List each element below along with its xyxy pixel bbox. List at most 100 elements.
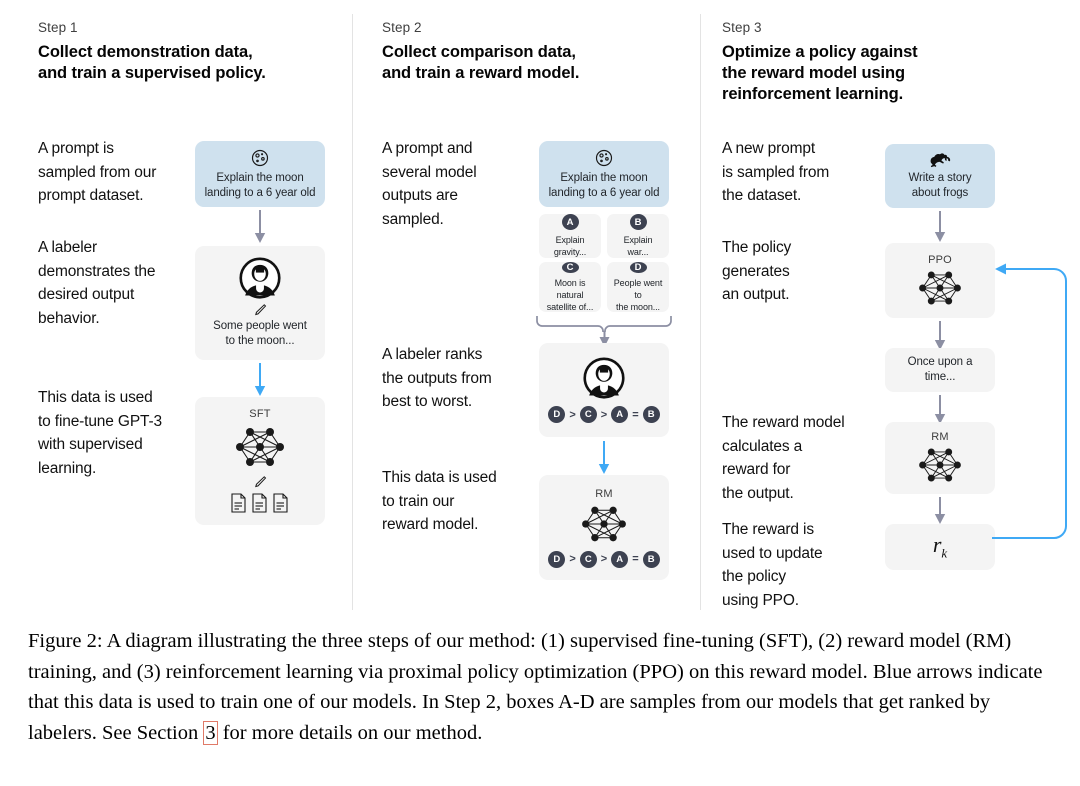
- neural-net-icon: [915, 445, 965, 485]
- step-3-title-line-1: Optimize a policy against: [722, 43, 918, 61]
- step-1-title-line-1: Collect demonstration data,: [38, 43, 253, 61]
- arrow-grey-down-2: [932, 211, 948, 243]
- reward-formula-sub: k: [941, 545, 948, 561]
- step-3-ppo-title: PPO: [928, 253, 952, 266]
- neural-net-icon: [232, 424, 288, 470]
- step-2-rm-title: RM: [595, 487, 613, 500]
- step-2-prompt-text: Explain the moon landing to a 6 year old: [548, 171, 660, 199]
- arrow-grey-down-4: [932, 395, 948, 425]
- figure-caption: Figure 2: A diagram illustrating the thr…: [28, 626, 1058, 748]
- rank-badge-c: C: [579, 406, 597, 423]
- step-3-output-text-card[interactable]: Once upon a time...: [885, 348, 995, 392]
- sample-text-c: Moon is natural satellite of...: [546, 277, 594, 312]
- rank-op-3: =: [632, 408, 639, 421]
- moon-icon: [594, 148, 614, 168]
- step-3-reward-model-card[interactable]: RM: [885, 422, 995, 494]
- step-3-title-line-3: reinforcement learning.: [722, 85, 904, 103]
- step-2-column: Step 2 Collect comparison data, and trai…: [352, 0, 700, 618]
- step-1-sft-model-card[interactable]: SFT: [195, 397, 325, 525]
- step-2-reward-model-card[interactable]: RM D > C > A = B: [539, 475, 669, 580]
- pencil-icon: [253, 474, 268, 489]
- labeler-person-icon: [583, 357, 625, 399]
- step-1-description-3: This data is used to fine-tune GPT-3 wit…: [38, 389, 162, 477]
- step-3-rm-title: RM: [931, 431, 949, 443]
- step-2-title: Collect comparison data, and train a rew…: [382, 42, 682, 84]
- step-3-title: Optimize a policy against the reward mod…: [722, 42, 1022, 105]
- sample-text-a: Explain gravity...: [553, 235, 587, 257]
- pencil-icon: [253, 302, 268, 317]
- sample-badge-a: A: [561, 214, 579, 230]
- frog-icon: [927, 151, 953, 168]
- step-2-title-line-1: Collect comparison data,: [382, 43, 576, 61]
- step-2-description-3: This data is used to train our reward mo…: [382, 469, 497, 533]
- step-1-label: Step 1: [38, 20, 78, 35]
- step-2-label: Step 2: [382, 20, 422, 35]
- ranking-row-labeler: D > C > A = B: [548, 406, 660, 423]
- rank-badge-c: C: [579, 550, 597, 568]
- caption-part-1: Figure 2: A diagram illustrating the thr…: [28, 630, 1043, 744]
- step-1-column: Step 1 Collect demonstration data, and t…: [0, 0, 352, 618]
- arrow-blue-down-1: [252, 363, 268, 397]
- step-3-label: Step 3: [722, 20, 762, 35]
- arrow-blue-down-2: [596, 441, 612, 475]
- step-3-description-3: The reward model calculates a reward for…: [722, 414, 845, 502]
- step-3-output-text: Once upon a time...: [907, 356, 973, 383]
- sample-badge-b: B: [629, 214, 647, 230]
- rank-op-1: >: [569, 408, 576, 421]
- step-3-new-prompt-card[interactable]: Write a story about frogs: [885, 144, 995, 208]
- documents-icon: [230, 492, 290, 514]
- step-3-column: Step 3 Optimize a policy against the rew…: [700, 0, 1080, 618]
- rank-badge-a: A: [611, 406, 629, 423]
- section-reference-link[interactable]: 3: [203, 720, 218, 745]
- step-2-description-2: A labeler ranks the outputs from best to…: [382, 346, 492, 410]
- step-1-prompt-card[interactable]: Explain the moon landing to a 6 year old: [195, 141, 325, 207]
- rank-badge-d: D: [548, 550, 566, 568]
- step-3-new-prompt-text: Write a story about frogs: [908, 172, 972, 199]
- sample-badge-d: D: [629, 261, 647, 273]
- arrow-grey-down-3: [932, 321, 948, 351]
- step-1-labeler-demo-text: Some people went to the moon...: [213, 320, 307, 347]
- figure-diagram: Step 1 Collect demonstration data, and t…: [0, 0, 1080, 618]
- arrow-grey-down-1: [252, 210, 268, 244]
- rank-op-2: >: [600, 408, 608, 421]
- rank-badge-a: A: [611, 550, 629, 568]
- sample-badge-c: C: [561, 261, 579, 273]
- step-1-title-line-2: and train a supervised policy.: [38, 64, 266, 82]
- step-2-labeler-rank-card[interactable]: D > C > A = B: [539, 343, 669, 437]
- arrow-grey-down-5: [932, 497, 948, 525]
- step-2-sample-card-d[interactable]: D People went to the moon...: [607, 261, 669, 312]
- step-3-description-2: The policy generates an output.: [722, 239, 792, 303]
- step-3-reward-value-card[interactable]: rk: [885, 524, 995, 570]
- step-1-prompt-text: Explain the moon landing to a 6 year old: [204, 171, 316, 199]
- neural-net-icon: [915, 268, 965, 308]
- step-2-description-1: A prompt and several model outputs are s…: [382, 140, 477, 228]
- step-2-sample-card-b[interactable]: B Explain war...: [607, 214, 669, 258]
- step-1-description-2: A labeler demonstrates the desired outpu…: [38, 239, 156, 327]
- ppo-feedback-loop-arrow: [992, 258, 1078, 550]
- rank-badge-b: B: [642, 406, 660, 423]
- step-1-description-1: A prompt is sampled from our prompt data…: [38, 140, 157, 204]
- step-2-sample-card-c[interactable]: C Moon is natural satellite of...: [539, 261, 601, 312]
- reward-formula: rk: [933, 532, 947, 561]
- moon-icon: [250, 148, 270, 168]
- neural-net-icon: [578, 503, 630, 545]
- caption-part-2: for more details on our method.: [217, 721, 483, 744]
- step-3-description-1: A new prompt is sampled from the dataset…: [722, 140, 830, 204]
- ranking-row-rm: D > C > A = B: [548, 550, 660, 568]
- step-1-title: Collect demonstration data, and train a …: [38, 42, 338, 84]
- labeler-person-icon: [239, 257, 281, 299]
- step-1-labeler-demo-card[interactable]: Some people went to the moon...: [195, 246, 325, 360]
- rank-badge-d: D: [548, 406, 566, 423]
- rank-badge-b: B: [642, 550, 660, 568]
- rank-op-3: =: [632, 553, 639, 565]
- sample-text-b: Explain war...: [623, 235, 653, 257]
- rank-op-1: >: [569, 553, 576, 565]
- step-3-title-line-2: the reward model using: [722, 64, 905, 82]
- step-3-ppo-policy-card[interactable]: PPO: [885, 243, 995, 318]
- sample-text-d: People went to the moon...: [613, 277, 663, 312]
- step-2-prompt-card[interactable]: Explain the moon landing to a 6 year old: [539, 141, 669, 207]
- step-2-sample-card-a[interactable]: A Explain gravity...: [539, 214, 601, 258]
- step-3-description-4: The reward is used to update the policy …: [722, 521, 823, 609]
- rank-op-2: >: [600, 553, 608, 565]
- step-2-title-line-2: and train a reward model.: [382, 64, 580, 82]
